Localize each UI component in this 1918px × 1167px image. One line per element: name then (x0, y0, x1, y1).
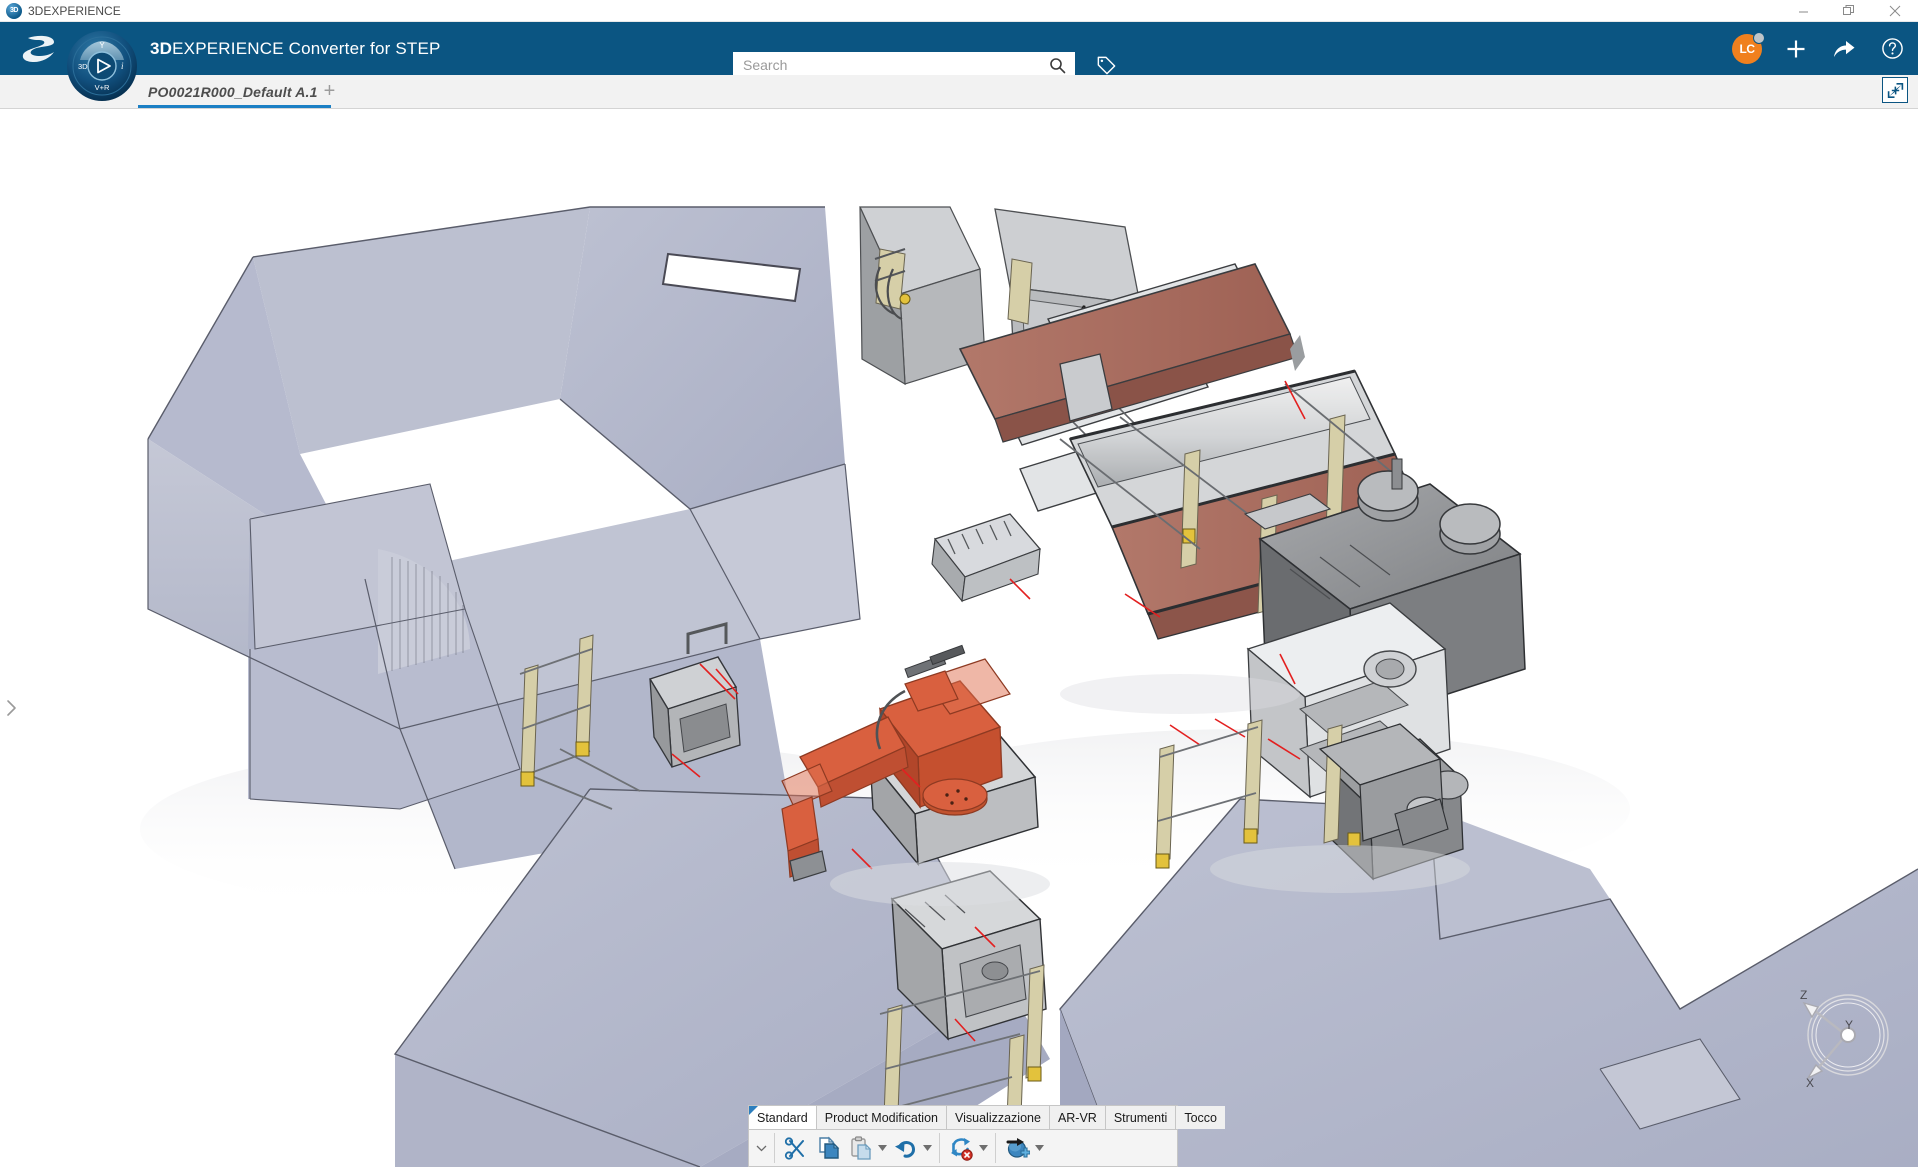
document-tab-underline (138, 105, 331, 108)
collapse-view-button[interactable] (1882, 77, 1908, 103)
close-button[interactable] (1872, 0, 1918, 22)
undo-button[interactable] (889, 1131, 921, 1165)
window-title: 3DEXPERIENCE (28, 4, 121, 18)
add-tab-button[interactable]: + (324, 81, 336, 103)
3d-viewport[interactable]: ABB - IRC 5 (0, 109, 1918, 1167)
toolbar-separator (995, 1133, 996, 1163)
document-tab-label: PO0021R000_Default A.1 (148, 84, 318, 100)
bottom-action-toolbar: Standard Product Modification Visualizza… (748, 1105, 1178, 1167)
toolbar-corner-marker (749, 1106, 758, 1115)
avatar[interactable]: LC (1732, 34, 1762, 64)
toolbar-tab-ar-vr[interactable]: AR-VR (1050, 1106, 1106, 1129)
chevron-down-icon (756, 1144, 767, 1152)
paste-icon (847, 1135, 873, 1161)
undo-dropdown[interactable] (921, 1131, 934, 1165)
plus-icon (1785, 38, 1807, 60)
toolbar-tab-product-modification[interactable]: Product Modification (817, 1106, 947, 1129)
help-question-icon (1881, 37, 1904, 60)
chevron-down-icon (979, 1145, 988, 1151)
app-header: 3DEXPERIENCE Converter for STEP LC (0, 22, 1918, 75)
minimize-button[interactable] (1780, 0, 1826, 22)
tag-icon (1095, 54, 1118, 77)
axis-label-z: Z (1800, 988, 1807, 1002)
copy-button[interactable] (812, 1131, 844, 1165)
window-controls (1780, 0, 1918, 22)
search-button[interactable] (1040, 53, 1074, 77)
update-error-icon (948, 1135, 974, 1161)
svg-text:V+R: V+R (95, 83, 110, 92)
chevron-down-icon (923, 1145, 932, 1151)
3dexperience-compass[interactable]: 3D i Y V+R (66, 30, 138, 102)
add-button[interactable] (1782, 35, 1810, 63)
sidebar-expand-button[interactable] (4, 697, 20, 719)
undo-arrow-icon (892, 1135, 918, 1161)
toolbar-tab-visualizzazione[interactable]: Visualizzazione (947, 1106, 1050, 1129)
3dexperience-app-icon: 3D (6, 3, 22, 19)
toolbar-separator (774, 1133, 775, 1163)
share-button[interactable] (1830, 35, 1858, 63)
toolbar-tabs: Standard Product Modification Visualizza… (748, 1105, 1178, 1129)
toolbar-commands (748, 1129, 1178, 1167)
update-dropdown[interactable] (977, 1131, 990, 1165)
status-dot (1753, 32, 1765, 44)
axis-label-x: X (1806, 1076, 1814, 1089)
toolbar-separator (939, 1133, 940, 1163)
toolbar-tab-strumenti[interactable]: Strumenti (1106, 1106, 1177, 1129)
insert-component-dropdown[interactable] (1033, 1131, 1046, 1165)
header-actions: LC (1732, 22, 1906, 75)
search-input[interactable] (734, 53, 1040, 77)
3d-model-scene: ABB - IRC 5 (0, 109, 1918, 1167)
scissors-icon (783, 1135, 809, 1161)
svg-text:3D: 3D (78, 62, 88, 71)
paste-button[interactable] (844, 1131, 876, 1165)
svg-text:Y: Y (99, 41, 105, 50)
chevron-right-icon (4, 697, 20, 719)
insert-component-icon (1004, 1135, 1030, 1161)
document-tabstrip: PO0021R000_Default A.1 + (0, 75, 1918, 109)
chevron-down-icon (878, 1145, 887, 1151)
restore-icon (1843, 5, 1855, 17)
paste-dropdown[interactable] (876, 1131, 889, 1165)
app-brand-title: 3DEXPERIENCE Converter for STEP (150, 39, 441, 59)
search-icon (1049, 57, 1066, 74)
minimize-icon (1798, 6, 1809, 17)
update-button[interactable] (945, 1131, 977, 1165)
cut-button[interactable] (780, 1131, 812, 1165)
collapse-view-icon (1887, 82, 1904, 99)
insert-component-button[interactable] (1001, 1131, 1033, 1165)
share-arrow-icon (1832, 38, 1856, 60)
help-button[interactable] (1878, 35, 1906, 63)
brand-rest: EXPERIENCE Converter for STEP (172, 39, 440, 58)
brand-bold: 3D (150, 39, 172, 58)
chevron-down-icon (1035, 1145, 1044, 1151)
axis-label-y: Y (1845, 1018, 1853, 1032)
window-titlebar: 3D 3DEXPERIENCE (0, 0, 1918, 22)
toolbar-tab-tocco[interactable]: Tocco (1176, 1106, 1225, 1129)
axis-compass[interactable]: Z Y X (1774, 977, 1900, 1089)
document-tab[interactable]: PO0021R000_Default A.1 + (138, 75, 345, 108)
close-icon (1889, 5, 1901, 17)
toolbar-collapse-button[interactable] (753, 1130, 769, 1166)
dassault-systemes-3ds-logo[interactable] (14, 32, 66, 66)
copy-icon (815, 1135, 841, 1161)
toolbar-tab-standard[interactable]: Standard (749, 1106, 817, 1129)
restore-button[interactable] (1826, 0, 1872, 22)
axis-compass-icon: Z Y X (1774, 977, 1900, 1089)
